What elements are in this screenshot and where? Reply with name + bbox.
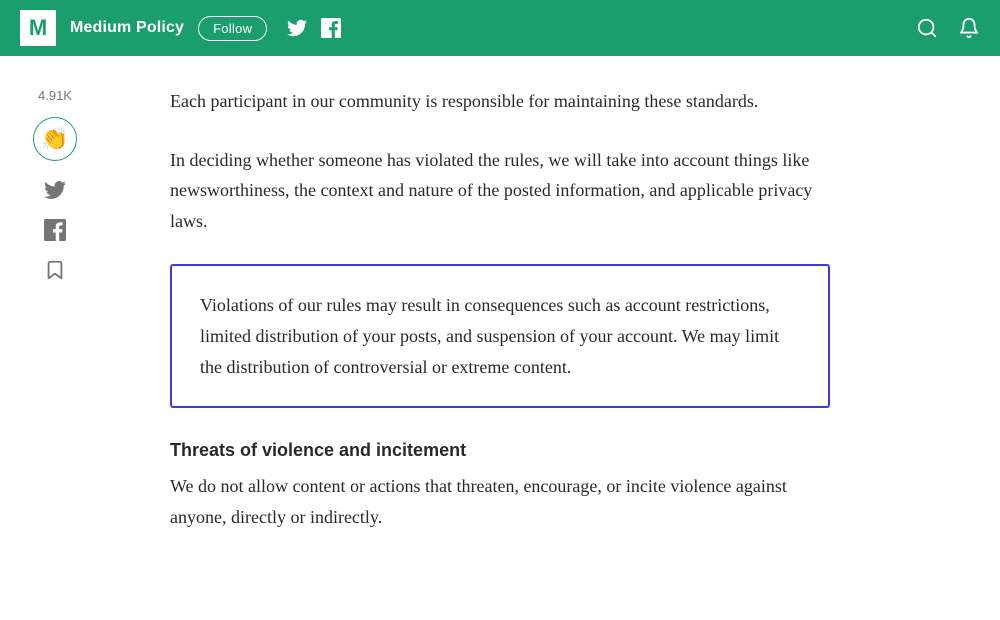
sidebar: 4.91K 👏 [0,56,110,532]
header-right [916,17,980,39]
medium-logo[interactable]: M [20,10,56,46]
header-left: M Medium Policy Follow [20,10,341,46]
twitter-sidebar-icon[interactable] [44,179,66,201]
header-social-icons [287,18,341,38]
twitter-header-icon[interactable] [287,18,307,38]
notifications-icon[interactable] [958,17,980,39]
facebook-header-icon[interactable] [321,18,341,38]
main-content: Each participant in our community is res… [110,56,890,620]
site-header: M Medium Policy Follow [0,0,1000,56]
search-icon[interactable] [916,17,938,39]
paragraph-1: Each participant in our community is res… [170,86,830,117]
publication-name: Medium Policy [70,15,184,41]
highlighted-violations-box: Violations of our rules may result in co… [170,264,830,408]
highlighted-text: Violations of our rules may result in co… [200,295,779,376]
clap-count: 4.91K [38,86,72,107]
clap-icon: 👏 [41,126,68,152]
page-layout: 4.91K 👏 Each participant in our communit… [0,0,1000,620]
paragraph-2: In deciding whether someone has violated… [170,145,830,237]
follow-button[interactable]: Follow [198,16,267,41]
bookmark-icon[interactable] [44,259,66,281]
facebook-sidebar-icon[interactable] [44,219,66,241]
section-text: We do not allow content or actions that … [170,471,830,532]
clap-button[interactable]: 👏 [33,117,77,161]
section-heading: Threats of violence and incitement [170,436,830,465]
